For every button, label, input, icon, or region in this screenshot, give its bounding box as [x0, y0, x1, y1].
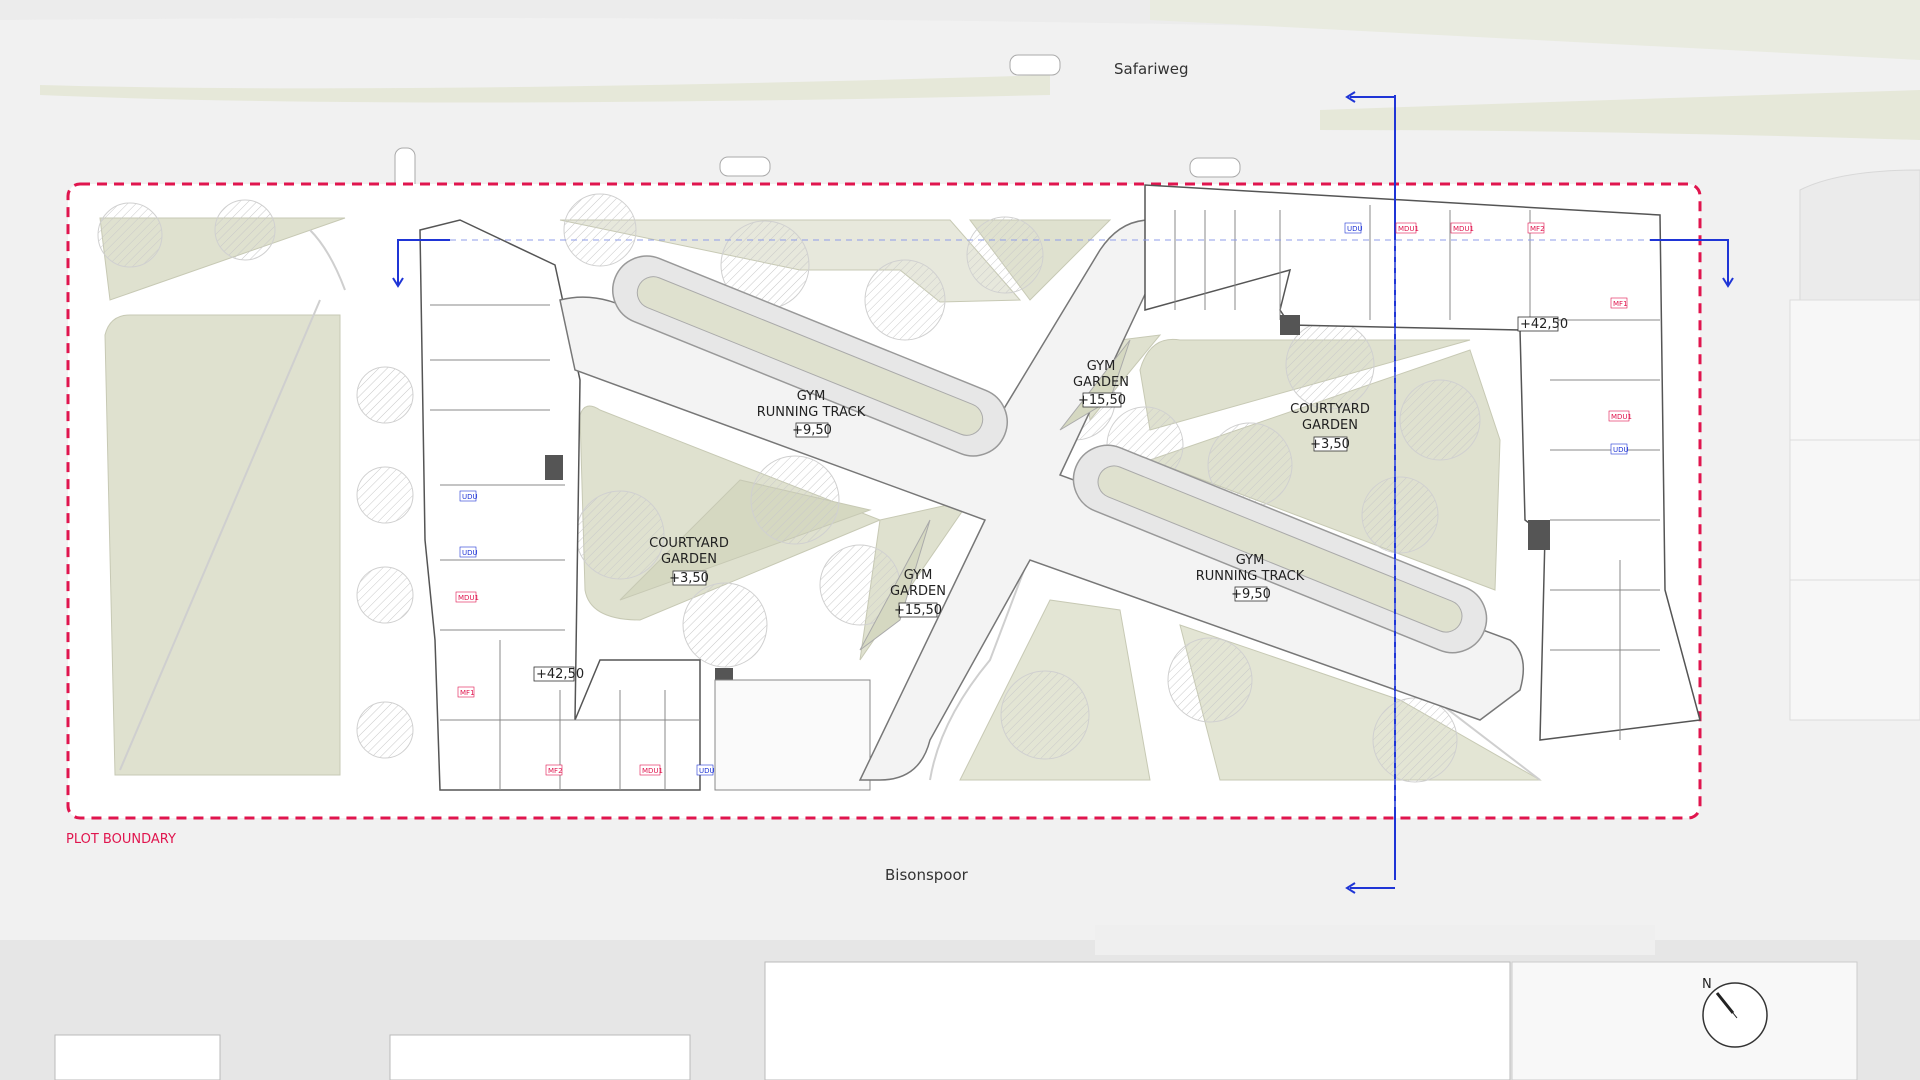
west-building-level: +42,50 — [536, 667, 584, 682]
courtyard-east-line2: GARDEN — [1302, 418, 1358, 433]
unit-tag: MDU1 — [1398, 225, 1419, 233]
gym-track-east-level: +9,50 — [1231, 587, 1271, 602]
courtyard-east-line1: COURTYARD — [1290, 402, 1370, 417]
gym-track-west-line2: RUNNING TRACK — [757, 405, 866, 420]
gym-garden-north-line2: GARDEN — [1073, 375, 1129, 390]
gym-track-west-level: +9,50 — [792, 423, 832, 438]
unit-tag: UDU — [1347, 225, 1363, 233]
gym-track-east-line2: RUNNING TRACK — [1196, 569, 1305, 584]
gym-garden-south-line2: GARDEN — [890, 584, 946, 599]
street-south-label: Bisonspoor — [885, 866, 969, 884]
unit-tag: UDU — [699, 767, 715, 775]
unit-tag: MF1 — [460, 689, 475, 697]
unit-tag: MDU1 — [1611, 413, 1632, 421]
courtyard-west-level: +3,50 — [669, 571, 709, 586]
unit-tag: MDU1 — [458, 594, 479, 602]
plot-boundary-label: PLOT BOUNDARY — [66, 832, 176, 847]
site-plan: N Safariweg Bisonspoor PLOT BOUNDARY GYM… — [0, 0, 1920, 1080]
courtyard-west-line1: COURTYARD — [649, 536, 729, 551]
unit-tag: UDU — [462, 493, 478, 501]
street-north-label: Safariweg — [1114, 60, 1189, 78]
gym-garden-south-level: +15,50 — [894, 603, 942, 618]
unit-tag: MF2 — [548, 767, 563, 775]
gym-track-east-line1: GYM — [1236, 553, 1265, 568]
unit-tag: MF2 — [1530, 225, 1545, 233]
unit-tag: UDU — [1613, 446, 1629, 454]
courtyard-east-level: +3,50 — [1310, 437, 1350, 452]
unit-tag: MF1 — [1613, 300, 1628, 308]
unit-tag: MDU1 — [642, 767, 663, 775]
compass-letter: N — [1702, 977, 1712, 992]
gym-garden-north-line1: GYM — [1087, 359, 1116, 374]
gym-track-west-line1: GYM — [797, 389, 826, 404]
courtyard-west-line2: GARDEN — [661, 552, 717, 567]
unit-tag: MDU1 — [1453, 225, 1474, 233]
east-building-level: +42,50 — [1520, 317, 1568, 332]
gym-garden-south-line1: GYM — [904, 568, 933, 583]
gym-garden-north-level: +15,50 — [1078, 393, 1126, 408]
unit-tag: UDU — [462, 549, 478, 557]
